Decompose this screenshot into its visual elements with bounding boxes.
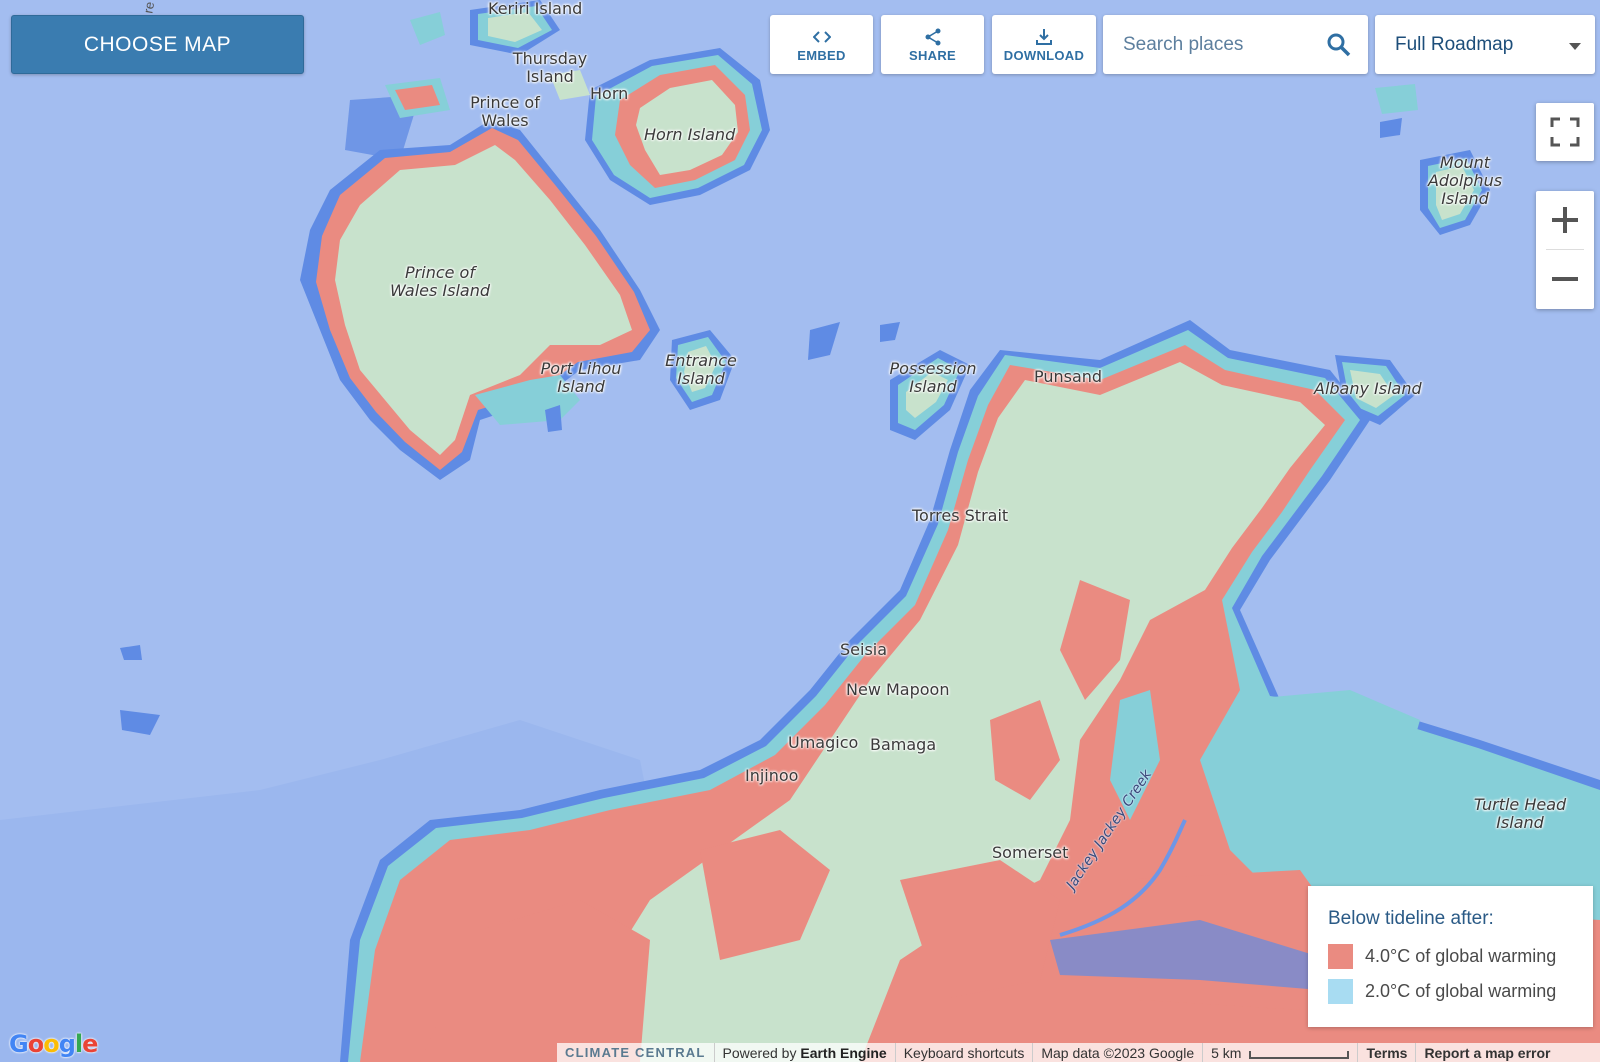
map-data-attribution: Map data ©2023 Google [1032, 1043, 1202, 1062]
download-label: DOWNLOAD [1003, 48, 1085, 63]
place-label-mount-adolphus-island: Mount Adolphus Island [1427, 153, 1503, 208]
place-label-thursday-island: Thursday Island [512, 49, 588, 86]
legend-title: Below tideline after: [1328, 908, 1494, 929]
zoom-in-button[interactable] [1536, 191, 1594, 249]
earth-engine-label: Earth Engine [800, 1044, 887, 1061]
choose-map-button[interactable]: CHOOSE MAP [11, 15, 304, 74]
place-label-albany-island: Albany Island [1314, 379, 1422, 398]
place-label-umagico: Umagico [788, 733, 859, 752]
place-label-torres-strait: Torres Strait [912, 506, 1009, 525]
download-icon [1035, 26, 1053, 48]
legend-item-4c: 4.0°C of global warming [1328, 944, 1573, 969]
place-label-seisia: Seisia [840, 640, 888, 659]
map-legend: Below tideline after: 4.0°C of global wa… [1308, 886, 1593, 1027]
place-label-somerset: Somerset [992, 843, 1069, 862]
place-label-possession-island: Possession Island [889, 359, 977, 396]
map-style-value: Full Roadmap [1395, 34, 1514, 55]
place-label-horn: Horn [590, 84, 629, 103]
code-icon [812, 26, 831, 48]
zoom-control [1536, 191, 1594, 309]
search-box [1103, 15, 1368, 74]
chevron-down-icon [1569, 43, 1581, 50]
climate-central-brand[interactable]: CLIMATE CENTRAL [557, 1043, 714, 1062]
scale-bar[interactable]: 5 km [1202, 1043, 1357, 1062]
legend-swatch-4c [1328, 944, 1353, 969]
zoom-out-button[interactable] [1536, 250, 1594, 308]
minus-icon [1552, 277, 1578, 281]
scale-label: 5 km [1211, 1044, 1242, 1061]
place-label-prince-of-wales-island: Prince of Wales Island [389, 263, 491, 300]
keyboard-shortcuts-link[interactable]: Keyboard shortcuts [894, 1043, 1033, 1062]
place-label-bamaga: Bamaga [870, 735, 937, 754]
legend-label-4c: 4.0°C of global warming [1365, 946, 1557, 966]
place-label-horn-island: Horn Island [644, 125, 736, 144]
embed-button[interactable]: EMBED [770, 15, 873, 74]
share-icon [924, 26, 942, 48]
fullscreen-icon [1550, 117, 1580, 147]
powered-by-prefix: Powered by [722, 1044, 797, 1061]
legend-label-2c: 2.0°C of global warming [1365, 981, 1557, 1001]
place-label-turtle-head-island: Turtle Head Island [1473, 795, 1567, 832]
search-input[interactable] [1121, 29, 1325, 61]
place-label-keriri-island: Keriri Island [488, 0, 583, 18]
place-label-injinoo: Injinoo [745, 766, 799, 785]
embed-label: EMBED [797, 48, 846, 63]
place-label-entrance-island: Entrance Island [665, 351, 737, 388]
share-button[interactable]: SHARE [881, 15, 984, 74]
place-label-punsand: Punsand [1034, 367, 1103, 386]
map-style-select[interactable]: Full Roadmap [1375, 15, 1595, 74]
report-map-error-link[interactable]: Report a map error [1415, 1043, 1558, 1062]
google-logo: Google [9, 1030, 98, 1058]
place-label-prince-of-wales: Prince of Wales [470, 93, 540, 130]
map-edge-label: re [140, 0, 158, 15]
fullscreen-button[interactable] [1536, 103, 1594, 161]
legend-item-2c: 2.0°C of global warming [1328, 979, 1573, 1004]
share-label: SHARE [908, 48, 956, 63]
map-footer: CLIMATE CENTRAL Powered by Earth Engine … [557, 1043, 1600, 1062]
terms-link[interactable]: Terms [1357, 1043, 1415, 1062]
plus-icon [1552, 207, 1578, 233]
place-label-port-lihou-island: Port Lihou Island [540, 359, 622, 396]
place-label-new-mapoon: New Mapoon [846, 680, 950, 699]
download-button[interactable]: DOWNLOAD [992, 15, 1096, 74]
legend-swatch-2c [1328, 979, 1353, 1004]
scale-line [1249, 1050, 1350, 1059]
powered-by: Powered by Earth Engine [713, 1043, 895, 1062]
search-icon[interactable] [1326, 32, 1352, 58]
